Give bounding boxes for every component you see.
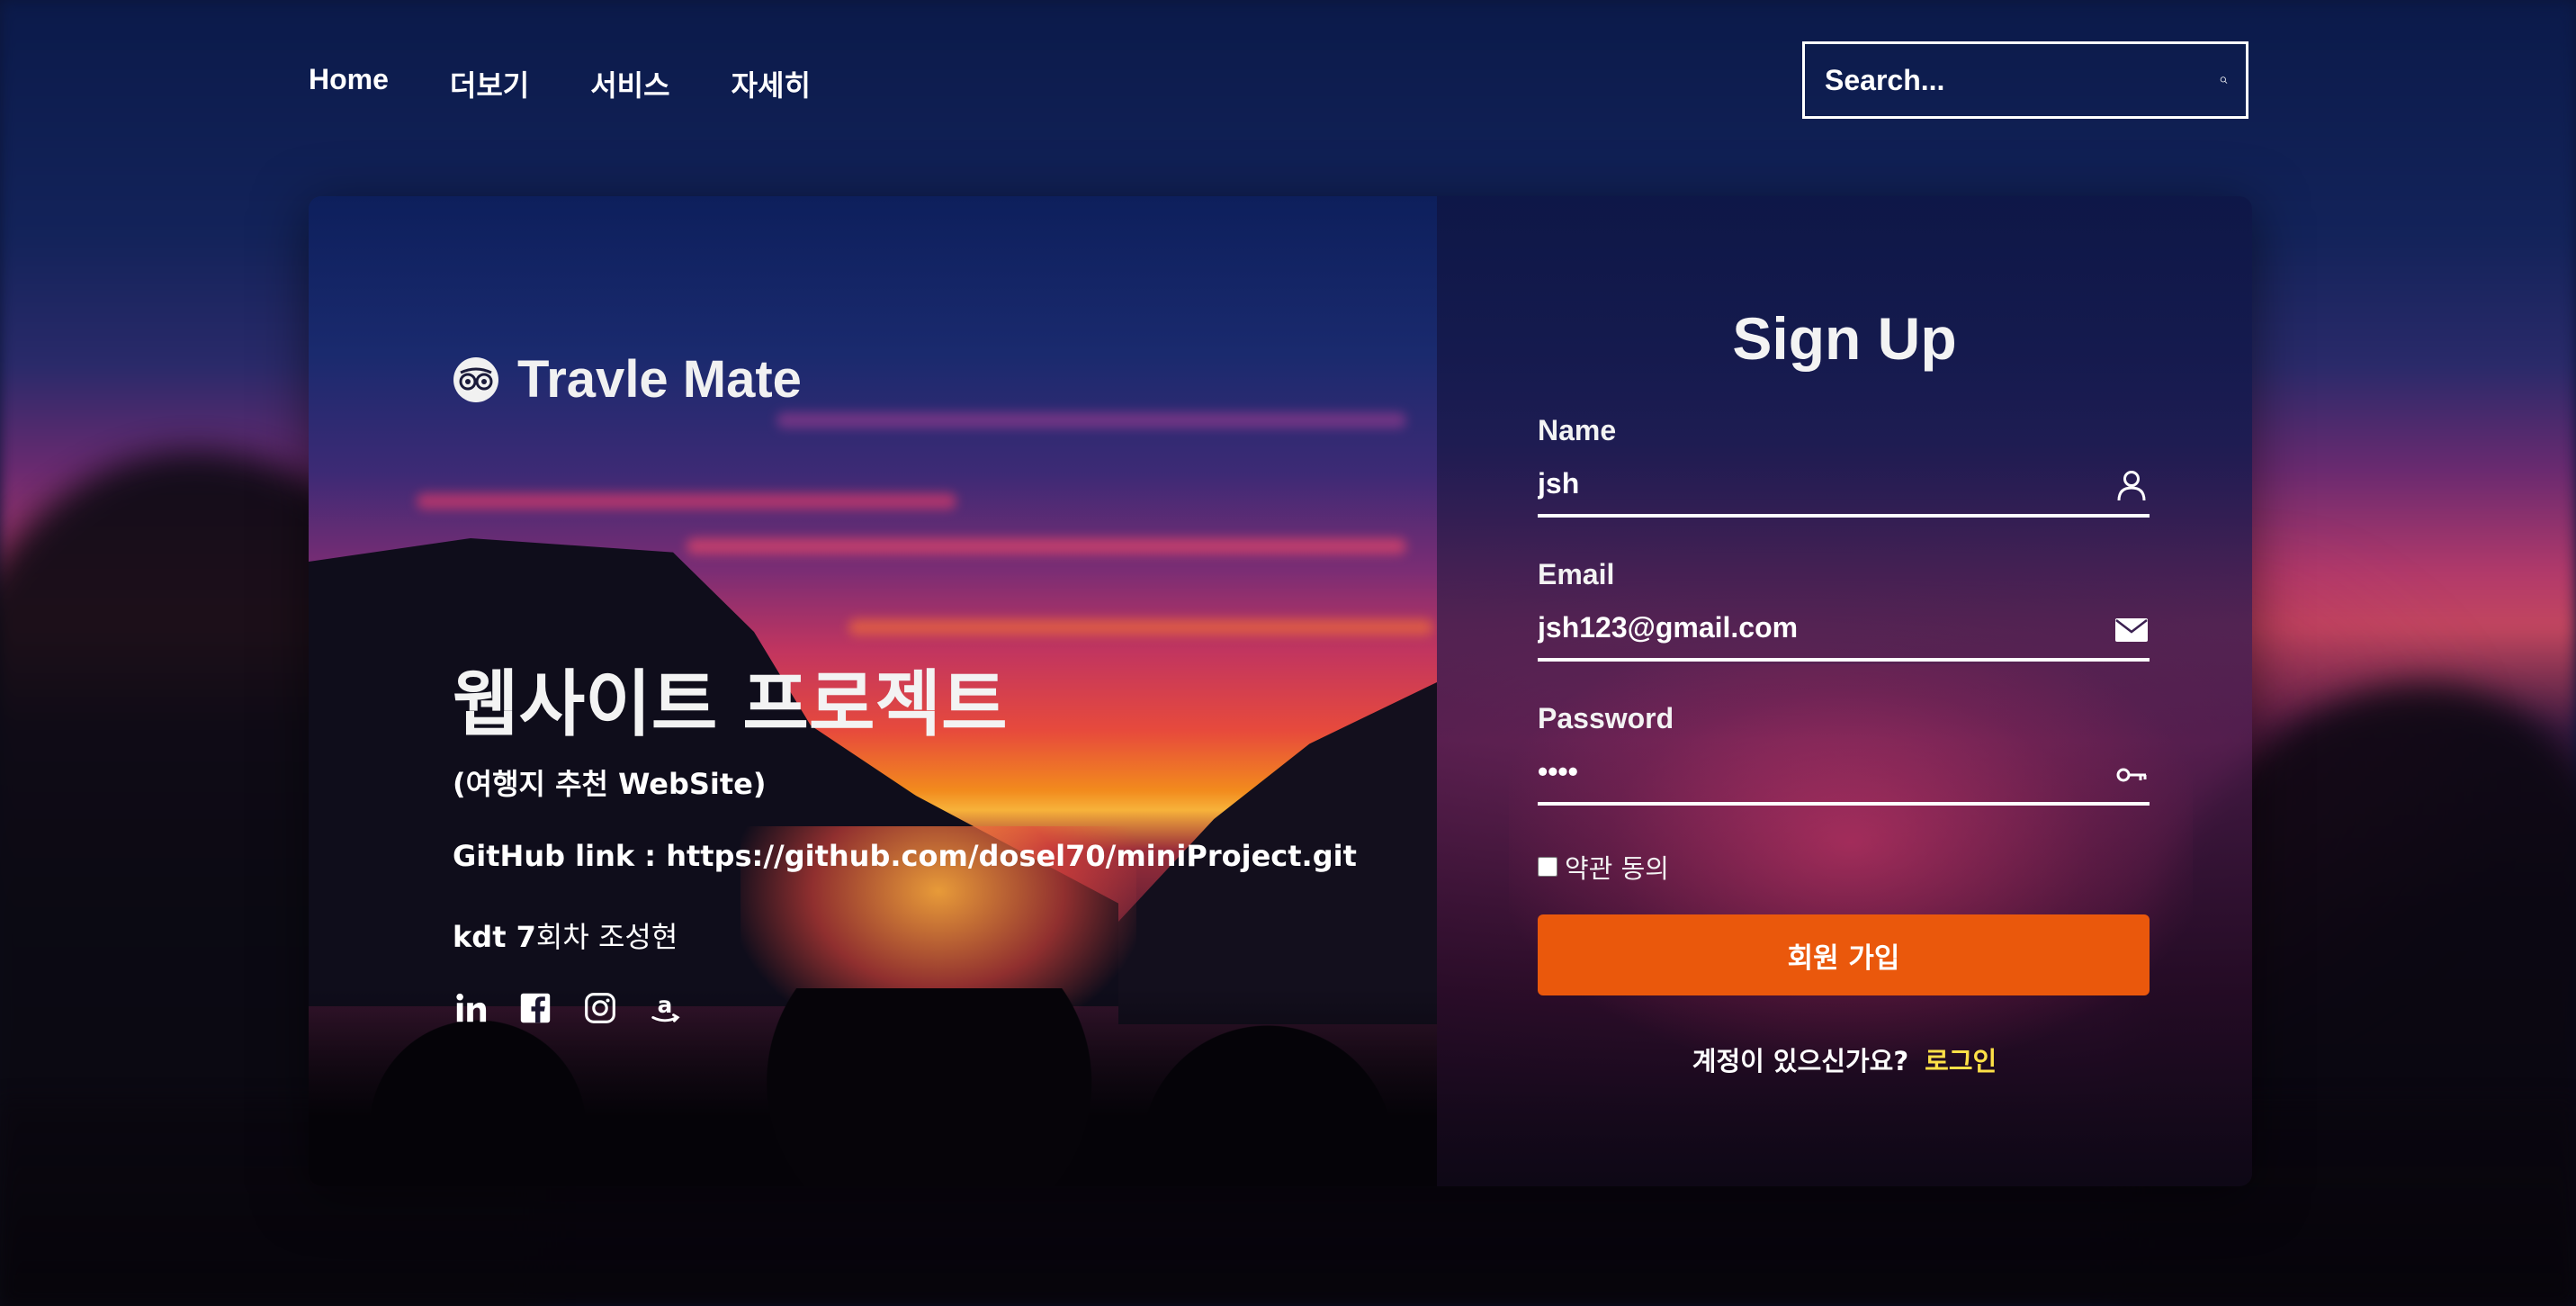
user-icon [2117,471,2146,501]
nav-link-home[interactable]: Home [309,63,389,104]
terms-label: 약관 동의 [1565,853,1669,884]
nav-link-details[interactable]: 자세히 [732,63,811,104]
github-link[interactable]: GitHub link : https://github.com/dosel70… [453,839,1357,873]
tripadvisor-icon [453,356,498,402]
form-title: Sign Up [1732,305,1957,372]
key-icon [2116,768,2147,782]
author-prefix: kdt 7 [453,920,536,954]
name-label: Name [1538,414,1617,446]
search-input[interactable] [1805,62,2220,98]
terms-agree: 약관 동의 [1538,848,1669,886]
sky-streak [776,412,1406,428]
signup-card: Travle Mate 웹사이트 프로젝트 (여행지 추천 WebSite) G… [309,196,2252,1186]
email-input-box [1538,600,2150,662]
envelope-icon [2115,618,2148,642]
svg-text:a: a [658,992,673,1018]
signup-panel: Sign Up Name Email Password [1437,196,2252,1186]
login-prompt-row: 계정이 있으신가요? 로그인 [1437,1040,2252,1078]
brand-name: Travle Mate [517,350,802,409]
facebook-icon[interactable] [517,990,553,1026]
project-title: 웹사이트 프로젝트 [453,662,1008,746]
email-input[interactable] [1538,600,2078,654]
name-input-box [1538,456,2150,518]
email-field: Email [1538,558,2150,662]
terms-checkbox[interactable] [1538,857,1557,877]
login-link[interactable]: 로그인 [1925,1046,1997,1076]
brand: Travle Mate [453,349,802,410]
password-input-box [1538,744,2150,806]
sky-streak [848,619,1433,635]
nav-link-more[interactable]: 더보기 [450,63,529,104]
author-rest: 회차 조성현 [535,920,678,954]
password-label: Password [1538,702,1674,734]
project-subtitle: (여행지 추천 WebSite) [453,767,767,801]
sky-streak [687,538,1406,554]
social-links: a [453,990,683,1026]
hero-panel: Travle Mate 웹사이트 프로젝트 (여행지 추천 WebSite) G… [309,196,1437,1186]
sky-streak [417,493,956,509]
name-input[interactable] [1538,456,2078,510]
email-label: Email [1538,558,1615,590]
name-field: Name [1538,414,2150,518]
instagram-icon[interactable] [582,990,618,1026]
password-input[interactable] [1538,744,2078,798]
top-nav: Home 더보기 서비스 자세히 [0,0,2576,162]
search-box [1802,41,2248,119]
linkedin-icon[interactable] [453,990,489,1026]
login-prompt: 계정이 있으신가요? [1692,1046,1909,1076]
author-info: kdt 7회차 조성현 [453,914,678,956]
password-field: Password [1538,702,2150,806]
nav-link-services[interactable]: 서비스 [590,63,669,104]
signup-button[interactable]: 회원 가입 [1538,914,2150,995]
amazon-icon[interactable]: a [647,990,683,1026]
nav-links: Home 더보기 서비스 자세히 [309,63,872,104]
search-icon[interactable] [2220,62,2228,98]
